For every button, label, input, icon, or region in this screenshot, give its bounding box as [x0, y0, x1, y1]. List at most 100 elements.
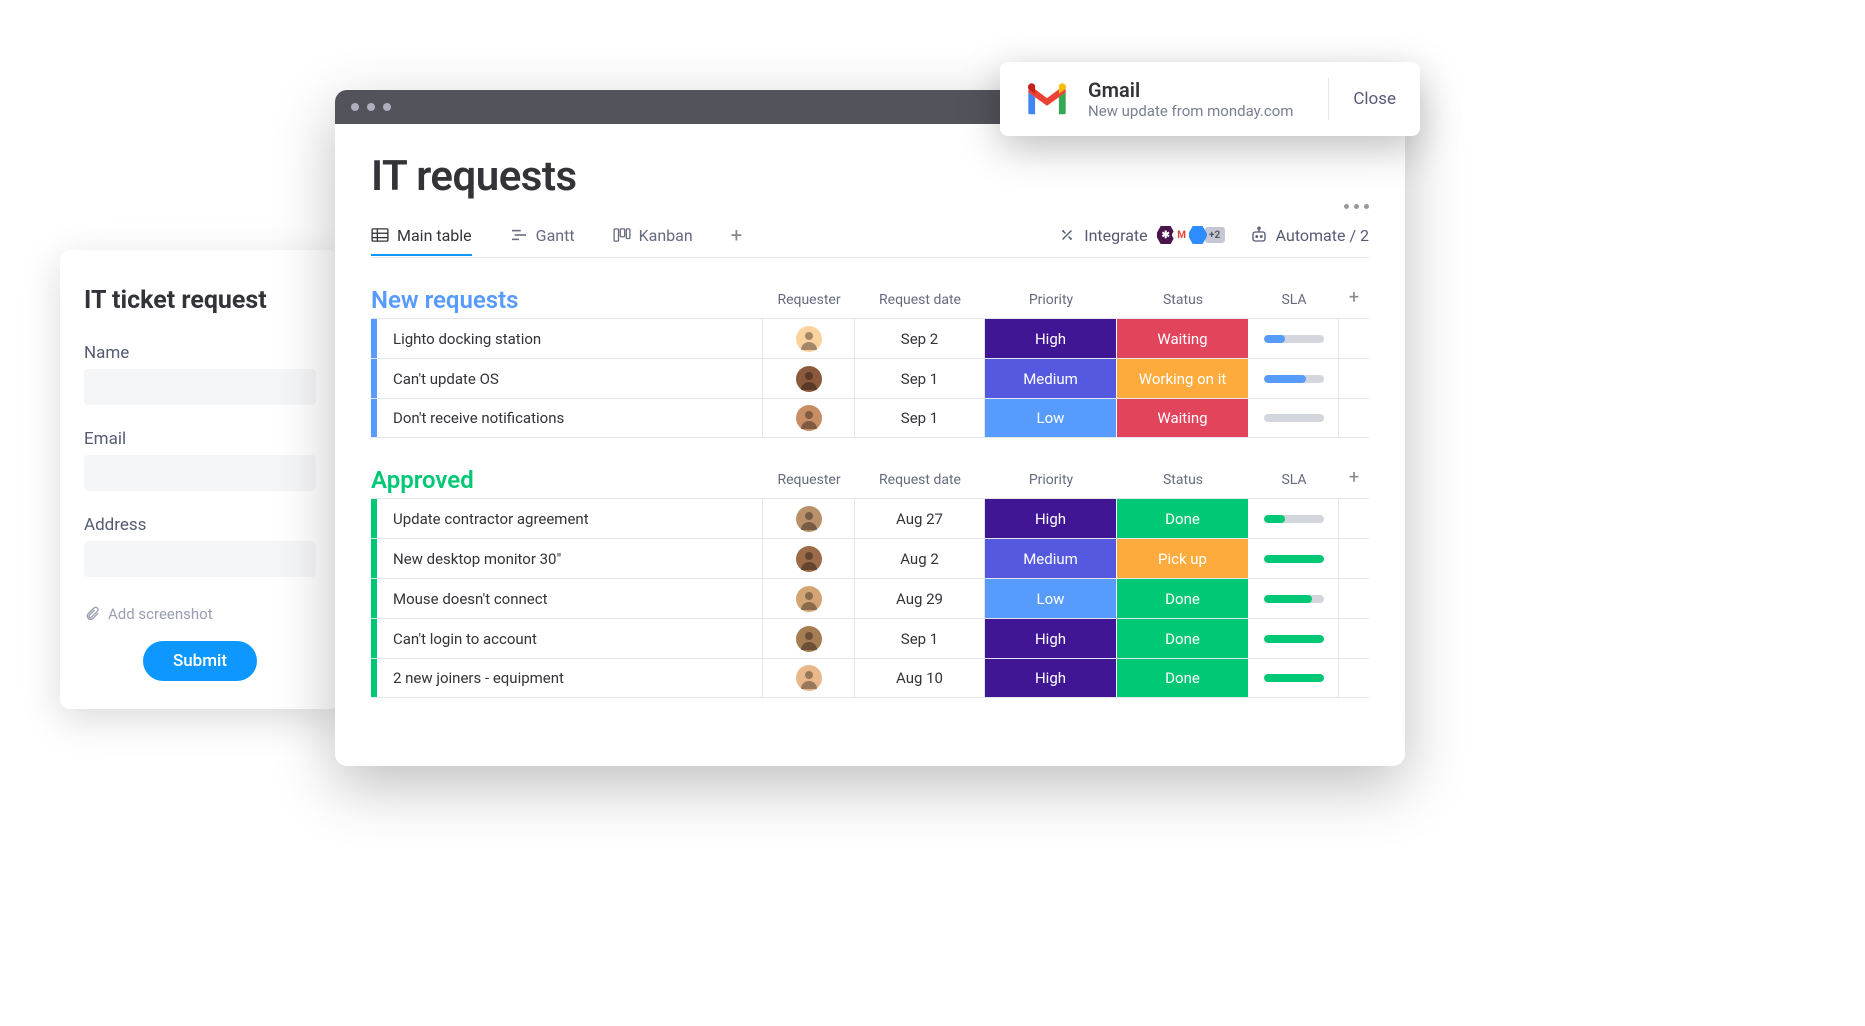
table-row[interactable]: Lighto docking station Sep 2HighWaiting — [371, 318, 1369, 358]
item-name-cell[interactable]: Don't receive notifications — [377, 399, 763, 437]
avatar — [796, 326, 822, 352]
address-input[interactable] — [84, 541, 316, 577]
item-name-cell[interactable]: Mouse doesn't connect — [377, 579, 763, 618]
kanban-icon — [613, 228, 631, 242]
tab-gantt[interactable]: Gantt — [510, 226, 575, 255]
priority-cell[interactable]: Medium — [985, 359, 1117, 398]
requester-cell[interactable] — [763, 399, 855, 437]
date-cell[interactable]: Aug 2 — [855, 539, 985, 578]
item-name-cell[interactable]: Can't update OS — [377, 359, 763, 398]
item-name-cell[interactable]: 2 new joiners - equipment — [377, 659, 763, 697]
tab-label: Gantt — [536, 226, 575, 245]
table-row[interactable]: Can't update OS Sep 1MediumWorking on it — [371, 358, 1369, 398]
requester-cell[interactable] — [763, 579, 855, 618]
sla-progress — [1264, 555, 1324, 563]
priority-cell[interactable]: High — [985, 659, 1117, 697]
add-screenshot-link[interactable]: Add screenshot — [84, 605, 316, 623]
sla-progress — [1264, 635, 1324, 643]
item-name-cell[interactable]: Update contractor agreement — [377, 499, 763, 538]
requester-cell[interactable] — [763, 659, 855, 697]
date-cell[interactable]: Sep 2 — [855, 319, 985, 358]
table-row[interactable]: Update contractor agreement Aug 27HighDon… — [371, 498, 1369, 538]
add-view-button[interactable]: + — [731, 223, 742, 257]
requester-cell[interactable] — [763, 319, 855, 358]
status-cell[interactable]: Done — [1117, 619, 1249, 658]
priority-cell[interactable]: High — [985, 499, 1117, 538]
date-cell[interactable]: Aug 10 — [855, 659, 985, 697]
group-title[interactable]: New requests — [371, 286, 763, 314]
status-cell[interactable]: Done — [1117, 659, 1249, 697]
table-icon — [371, 228, 389, 242]
submit-button[interactable]: Submit — [143, 641, 257, 681]
add-column-button[interactable]: + — [1339, 467, 1369, 494]
priority-cell[interactable]: Medium — [985, 539, 1117, 578]
integrate-button[interactable]: Integrate ✱ M +2 — [1058, 225, 1225, 245]
date-cell[interactable]: Aug 27 — [855, 499, 985, 538]
table-row[interactable]: Mouse doesn't connect Aug 29LowDone — [371, 578, 1369, 618]
add-column-button[interactable]: + — [1339, 287, 1369, 314]
requester-cell[interactable] — [763, 499, 855, 538]
name-input[interactable] — [84, 369, 316, 405]
column-header-date[interactable]: Request date — [855, 472, 985, 494]
tab-main-table[interactable]: Main table — [371, 226, 472, 255]
robot-icon — [1250, 226, 1268, 244]
requester-cell[interactable] — [763, 619, 855, 658]
sla-cell[interactable] — [1249, 579, 1339, 618]
automate-button[interactable]: Automate / 2 — [1250, 226, 1369, 245]
group-title[interactable]: Approved — [371, 466, 763, 494]
sla-cell[interactable] — [1249, 499, 1339, 538]
gmail-notification-toast: Gmail New update from monday.com Close — [1000, 62, 1420, 136]
avatar — [796, 665, 822, 691]
sla-cell[interactable] — [1249, 619, 1339, 658]
table-row[interactable]: Can't login to account Sep 1HighDone — [371, 618, 1369, 658]
date-cell[interactable]: Sep 1 — [855, 359, 985, 398]
table-row[interactable]: Don't receive notifications Sep 1LowWaiti… — [371, 398, 1369, 438]
plug-icon — [1058, 226, 1076, 244]
item-name-cell[interactable]: Can't login to account — [377, 619, 763, 658]
date-cell[interactable]: Sep 1 — [855, 399, 985, 437]
sla-cell[interactable] — [1249, 359, 1339, 398]
more-menu-button[interactable] — [1344, 204, 1369, 209]
status-cell[interactable]: Waiting — [1117, 319, 1249, 358]
sla-cell[interactable] — [1249, 539, 1339, 578]
date-cell[interactable]: Aug 29 — [855, 579, 985, 618]
priority-cell[interactable]: High — [985, 619, 1117, 658]
column-header-date[interactable]: Request date — [855, 292, 985, 314]
date-cell[interactable]: Sep 1 — [855, 619, 985, 658]
column-header-requester[interactable]: Requester — [763, 292, 855, 314]
item-name-cell[interactable]: New desktop monitor 30" — [377, 539, 763, 578]
status-cell[interactable]: Working on it — [1117, 359, 1249, 398]
status-cell[interactable]: Waiting — [1117, 399, 1249, 437]
traffic-light-dot[interactable] — [351, 103, 359, 111]
column-header-priority[interactable]: Priority — [985, 292, 1117, 314]
email-input[interactable] — [84, 455, 316, 491]
avatar — [796, 586, 822, 612]
priority-cell[interactable]: Low — [985, 399, 1117, 437]
integrate-label: Integrate — [1084, 226, 1147, 245]
column-header-status[interactable]: Status — [1117, 292, 1249, 314]
column-header-priority[interactable]: Priority — [985, 472, 1117, 494]
sla-cell[interactable] — [1249, 659, 1339, 697]
status-cell[interactable]: Done — [1117, 579, 1249, 618]
traffic-light-dot[interactable] — [367, 103, 375, 111]
tab-kanban[interactable]: Kanban — [613, 226, 693, 255]
toast-close-button[interactable]: Close — [1328, 78, 1420, 120]
column-header-status[interactable]: Status — [1117, 472, 1249, 494]
column-header-sla[interactable]: SLA — [1249, 472, 1339, 494]
traffic-light-dot[interactable] — [383, 103, 391, 111]
row-end-spacer — [1339, 499, 1369, 538]
table-row[interactable]: 2 new joiners - equipment Aug 10HighDone — [371, 658, 1369, 698]
item-name-cell[interactable]: Lighto docking station — [377, 319, 763, 358]
requester-cell[interactable] — [763, 539, 855, 578]
column-header-sla[interactable]: SLA — [1249, 292, 1339, 314]
sla-cell[interactable] — [1249, 319, 1339, 358]
priority-cell[interactable]: Low — [985, 579, 1117, 618]
column-header-requester[interactable]: Requester — [763, 472, 855, 494]
status-cell[interactable]: Pick up — [1117, 539, 1249, 578]
email-label: Email — [84, 429, 316, 449]
sla-cell[interactable] — [1249, 399, 1339, 437]
requester-cell[interactable] — [763, 359, 855, 398]
status-cell[interactable]: Done — [1117, 499, 1249, 538]
table-row[interactable]: New desktop monitor 30" Aug 2MediumPick u… — [371, 538, 1369, 578]
priority-cell[interactable]: High — [985, 319, 1117, 358]
